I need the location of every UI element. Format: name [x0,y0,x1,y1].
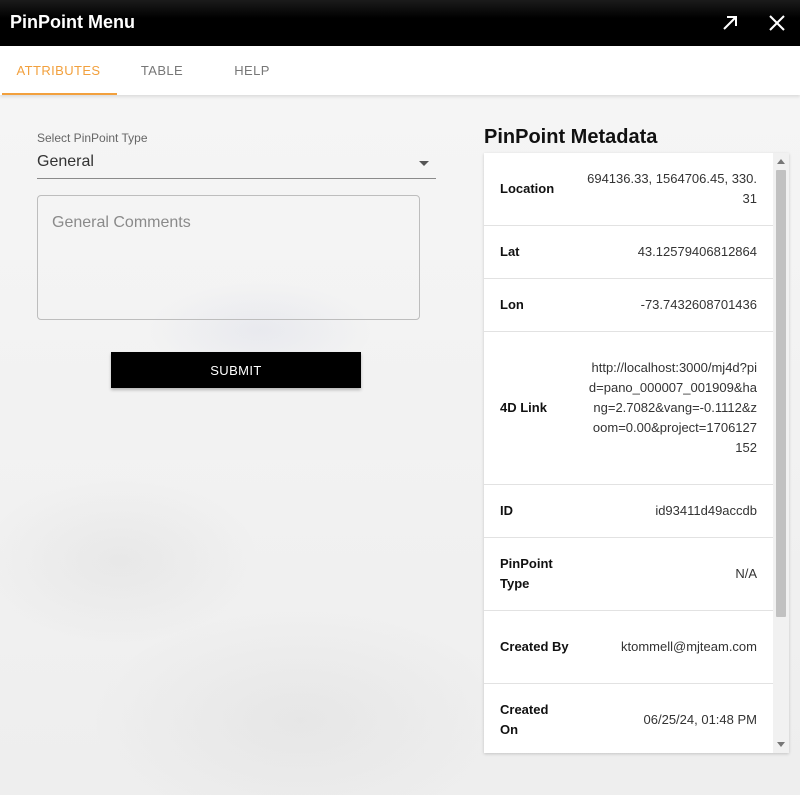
metadata-row-4d-link: 4D Link http://localhost:3000/mj4d?pid=p… [484,332,773,485]
metadata-heading: PinPoint Metadata [484,126,658,148]
expand-arrow-icon[interactable] [719,12,741,34]
metadata-value-link[interactable]: http://localhost:3000/mj4d?pid=pano_0000… [587,358,757,458]
pinpoint-type-selected-value: General [37,153,94,170]
close-icon[interactable] [766,12,788,34]
metadata-row-pinpoint-type: PinPoint Type N/A [484,538,773,611]
metadata-row-lon: Lon -73.7432608701436 [484,279,773,332]
scroll-up-arrow-icon[interactable] [777,159,785,164]
metadata-key: Lat [500,244,520,259]
metadata-value: id93411d49accdb [655,503,757,518]
chevron-down-icon [419,161,429,166]
metadata-row-created-by: Created By ktommell@mjteam.com [484,611,773,684]
metadata-panel: Location 694136.33, 1564706.45, 330.31 L… [484,153,789,753]
metadata-value: N/A [735,566,757,581]
tab-bar: ATTRIBUTES TABLE HELP [0,46,800,95]
general-comments-input[interactable] [37,195,420,320]
scroll-down-arrow-icon[interactable] [777,742,785,747]
metadata-value: 06/25/24, 01:48 PM [643,712,757,727]
metadata-key: ID [500,503,513,518]
metadata-table: Location 694136.33, 1564706.45, 330.31 L… [484,153,773,753]
metadata-row-created-on: Created On 06/25/24, 01:48 PM [484,684,773,753]
metadata-row-id: ID id93411d49accdb [484,485,773,538]
metadata-value: 43.12579406812864 [637,244,757,259]
metadata-key: Lon [500,297,524,312]
title-bar: PinPoint Menu [0,0,800,46]
scrollbar-thumb[interactable] [776,170,786,617]
metadata-key: Created On [500,702,549,737]
tab-help[interactable]: HELP [207,46,297,95]
metadata-key: Location [500,181,555,196]
metadata-key: 4D Link [500,400,547,415]
metadata-value: -73.7432608701436 [640,297,757,312]
metadata-key: PinPoint Type [500,556,553,591]
metadata-row-location: Location 694136.33, 1564706.45, 330.31 [484,153,773,226]
metadata-row-lat: Lat 43.12579406812864 [484,226,773,279]
pinpoint-type-select[interactable]: General [37,150,436,179]
select-pinpoint-type-label: Select PinPoint Type [37,131,148,145]
submit-button[interactable]: SUBMIT [111,352,361,388]
metadata-scrollbar[interactable] [773,153,789,753]
tab-attributes[interactable]: ATTRIBUTES [0,46,117,95]
window-title: PinPoint Menu [10,12,135,32]
metadata-key: Created By [500,639,569,654]
tab-table[interactable]: TABLE [117,46,207,95]
metadata-value: ktommell@mjteam.com [621,639,757,654]
metadata-value: 694136.33, 1564706.45, 330.31 [587,171,757,206]
